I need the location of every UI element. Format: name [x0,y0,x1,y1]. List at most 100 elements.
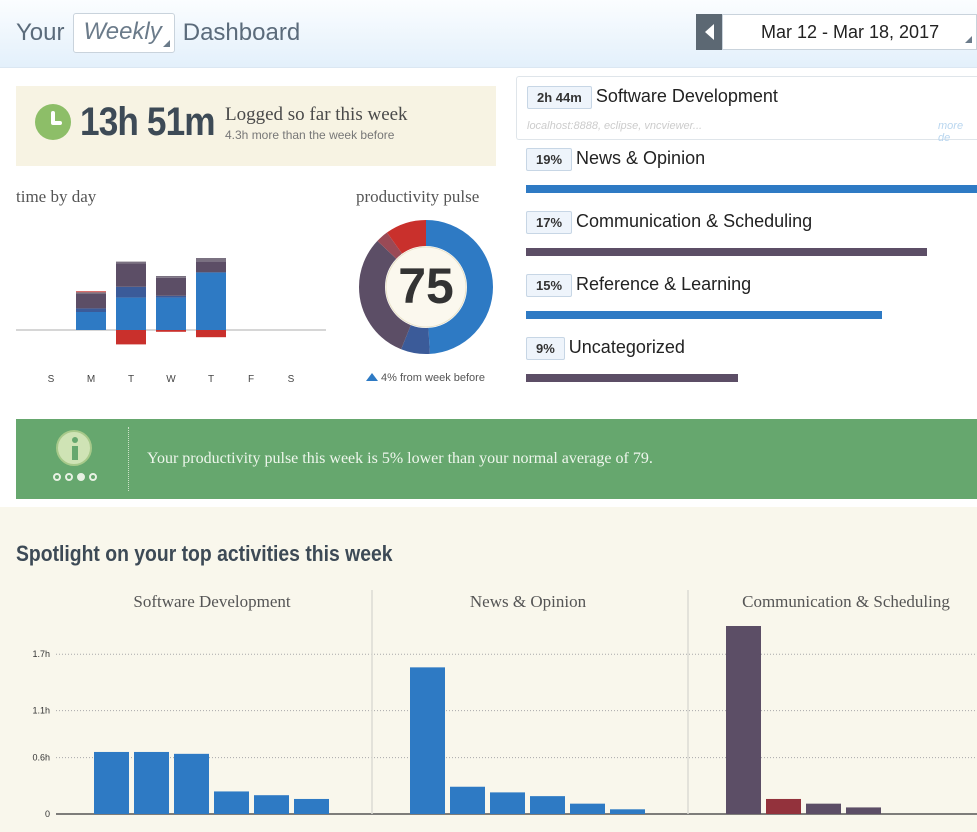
day-bar-segment[interactable] [76,308,106,312]
title-prefix: Your [16,19,65,46]
day-bar-segment[interactable] [76,312,106,330]
day-label: T [128,374,134,385]
day-bar-segment[interactable] [76,292,106,294]
y-tick-label: 0.6h [32,753,50,763]
activity-bar[interactable] [134,751,169,814]
arrow-up-icon [366,373,378,381]
logged-summary: 13h 51m Logged so far this week 4.3h mor… [16,86,496,166]
day-label: F [248,374,254,385]
category-name: Reference & Learning [576,274,752,294]
activity-bar[interactable] [450,786,485,814]
panel-title: Software Development [133,592,290,611]
pulse-change-note: 4% from week before [366,372,485,384]
day-bar-segment[interactable] [156,297,186,330]
time-by-day-chart[interactable]: SMTWTFS [16,205,328,390]
activity-bar[interactable] [726,626,761,814]
day-bar-segment[interactable] [196,258,226,262]
activity-bar[interactable] [94,751,129,814]
category-item[interactable]: 17% Communication & Scheduling [526,211,812,234]
date-range-select[interactable]: Mar 12 - Mar 18, 2017 [722,14,977,50]
activity-bar[interactable] [766,798,801,814]
activity-bar[interactable] [410,667,445,814]
pager-dot[interactable] [89,473,97,481]
activity-bar[interactable] [174,753,209,814]
page-title: Your Weekly Dashboard [16,13,300,53]
day-bar-segment[interactable] [116,330,146,345]
day-bar-segment[interactable] [116,261,146,264]
y-tick-label: 1.1h [32,706,50,716]
title-suffix: Dashboard [182,19,301,46]
activity-bar[interactable] [490,792,525,814]
day-label: S [288,374,295,385]
activity-bar[interactable] [610,809,645,814]
activity-bar[interactable] [846,807,881,814]
day-bar-segment[interactable] [76,291,106,293]
logged-time: 13h 51m [80,100,216,144]
day-bar-segment[interactable] [156,330,186,332]
day-label: T [208,374,214,385]
logged-comparison: 4.3h more than the week before [225,128,395,142]
dropdown-corner-icon [965,36,972,43]
pulse-change-text: 4% from week before [381,372,485,384]
category-item-software-development[interactable]: 2h 44m Software Development localhost:888… [516,76,977,144]
day-label: M [87,374,95,385]
spotlight-chart[interactable]: 0 0.6h 1.1h 1.7h Software Development News & … [0,580,977,832]
pager-dot[interactable] [65,473,73,481]
day-bar-segment[interactable] [116,286,146,298]
productivity-pulse-value: 75 [398,258,454,314]
activity-bar[interactable] [806,803,841,814]
pager-dot[interactable] [53,473,61,481]
activity-bar[interactable] [294,798,329,814]
category-item[interactable]: 19% News & Opinion [526,148,705,171]
day-bar-segment[interactable] [156,276,186,278]
time-by-day-title: time by day [16,187,97,206]
day-bar-segment[interactable] [196,272,226,330]
category-item[interactable]: 9% Uncategorized [526,337,685,360]
productivity-pulse-title: productivity pulse [356,187,480,206]
y-tick-label: 0 [45,809,50,819]
activity-bar[interactable] [530,796,565,814]
category-bar [526,374,738,382]
insight-banner: Your productivity pulse this week is 5% … [16,419,977,499]
activity-bar[interactable] [254,795,289,814]
more-details-link[interactable]: more de [938,120,977,144]
activity-bar[interactable] [214,791,249,814]
day-bar-segment[interactable] [76,294,106,309]
category-name: Uncategorized [568,337,685,357]
previous-week-button[interactable] [696,14,722,50]
day-bar-segment[interactable] [116,263,146,287]
period-select-value: Weekly [83,18,162,45]
category-name: Software Development [595,86,778,106]
chevron-left-icon [704,24,714,40]
logged-label: Logged so far this week [225,104,408,125]
info-icon [56,430,92,466]
category-name: News & Opinion [576,148,706,168]
category-percent-badge: 17% [526,211,573,234]
day-label: W [166,374,176,385]
day-bar-segment[interactable] [196,261,226,273]
category-apps: localhost:8888, eclipse, vncviewer... [527,120,703,132]
spotlight-section: Spotlight on your top activities this we… [0,507,977,832]
banner-pager[interactable] [53,473,97,481]
y-tick-label: 1.7h [32,649,50,659]
activity-bar[interactable] [570,803,605,814]
day-bar-segment[interactable] [196,330,226,338]
divider [128,427,129,491]
header: Your Weekly Dashboard Mar 12 - Mar 18, 2… [0,0,977,68]
spotlight-title: Spotlight on your top activities this we… [16,541,393,566]
category-name: Communication & Scheduling [576,211,813,231]
banner-message: Your productivity pulse this week is 5% … [147,450,653,467]
date-range-value: Mar 12 - Mar 18, 2017 [761,22,940,42]
day-bar-segment[interactable] [116,297,146,330]
day-bar-segment[interactable] [156,277,186,296]
date-navigator: Mar 12 - Mar 18, 2017 [696,14,977,50]
panel-title: Communication & Scheduling [742,592,950,611]
period-select[interactable]: Weekly [72,13,175,53]
category-item[interactable]: 15% Reference & Learning [526,274,751,297]
category-time-badge: 2h 44m [527,86,592,109]
pager-dot-active[interactable] [77,473,85,481]
day-bar-segment[interactable] [156,295,186,298]
category-bar [526,185,977,193]
category-bar [526,248,927,256]
category-percent-badge: 19% [526,148,573,171]
